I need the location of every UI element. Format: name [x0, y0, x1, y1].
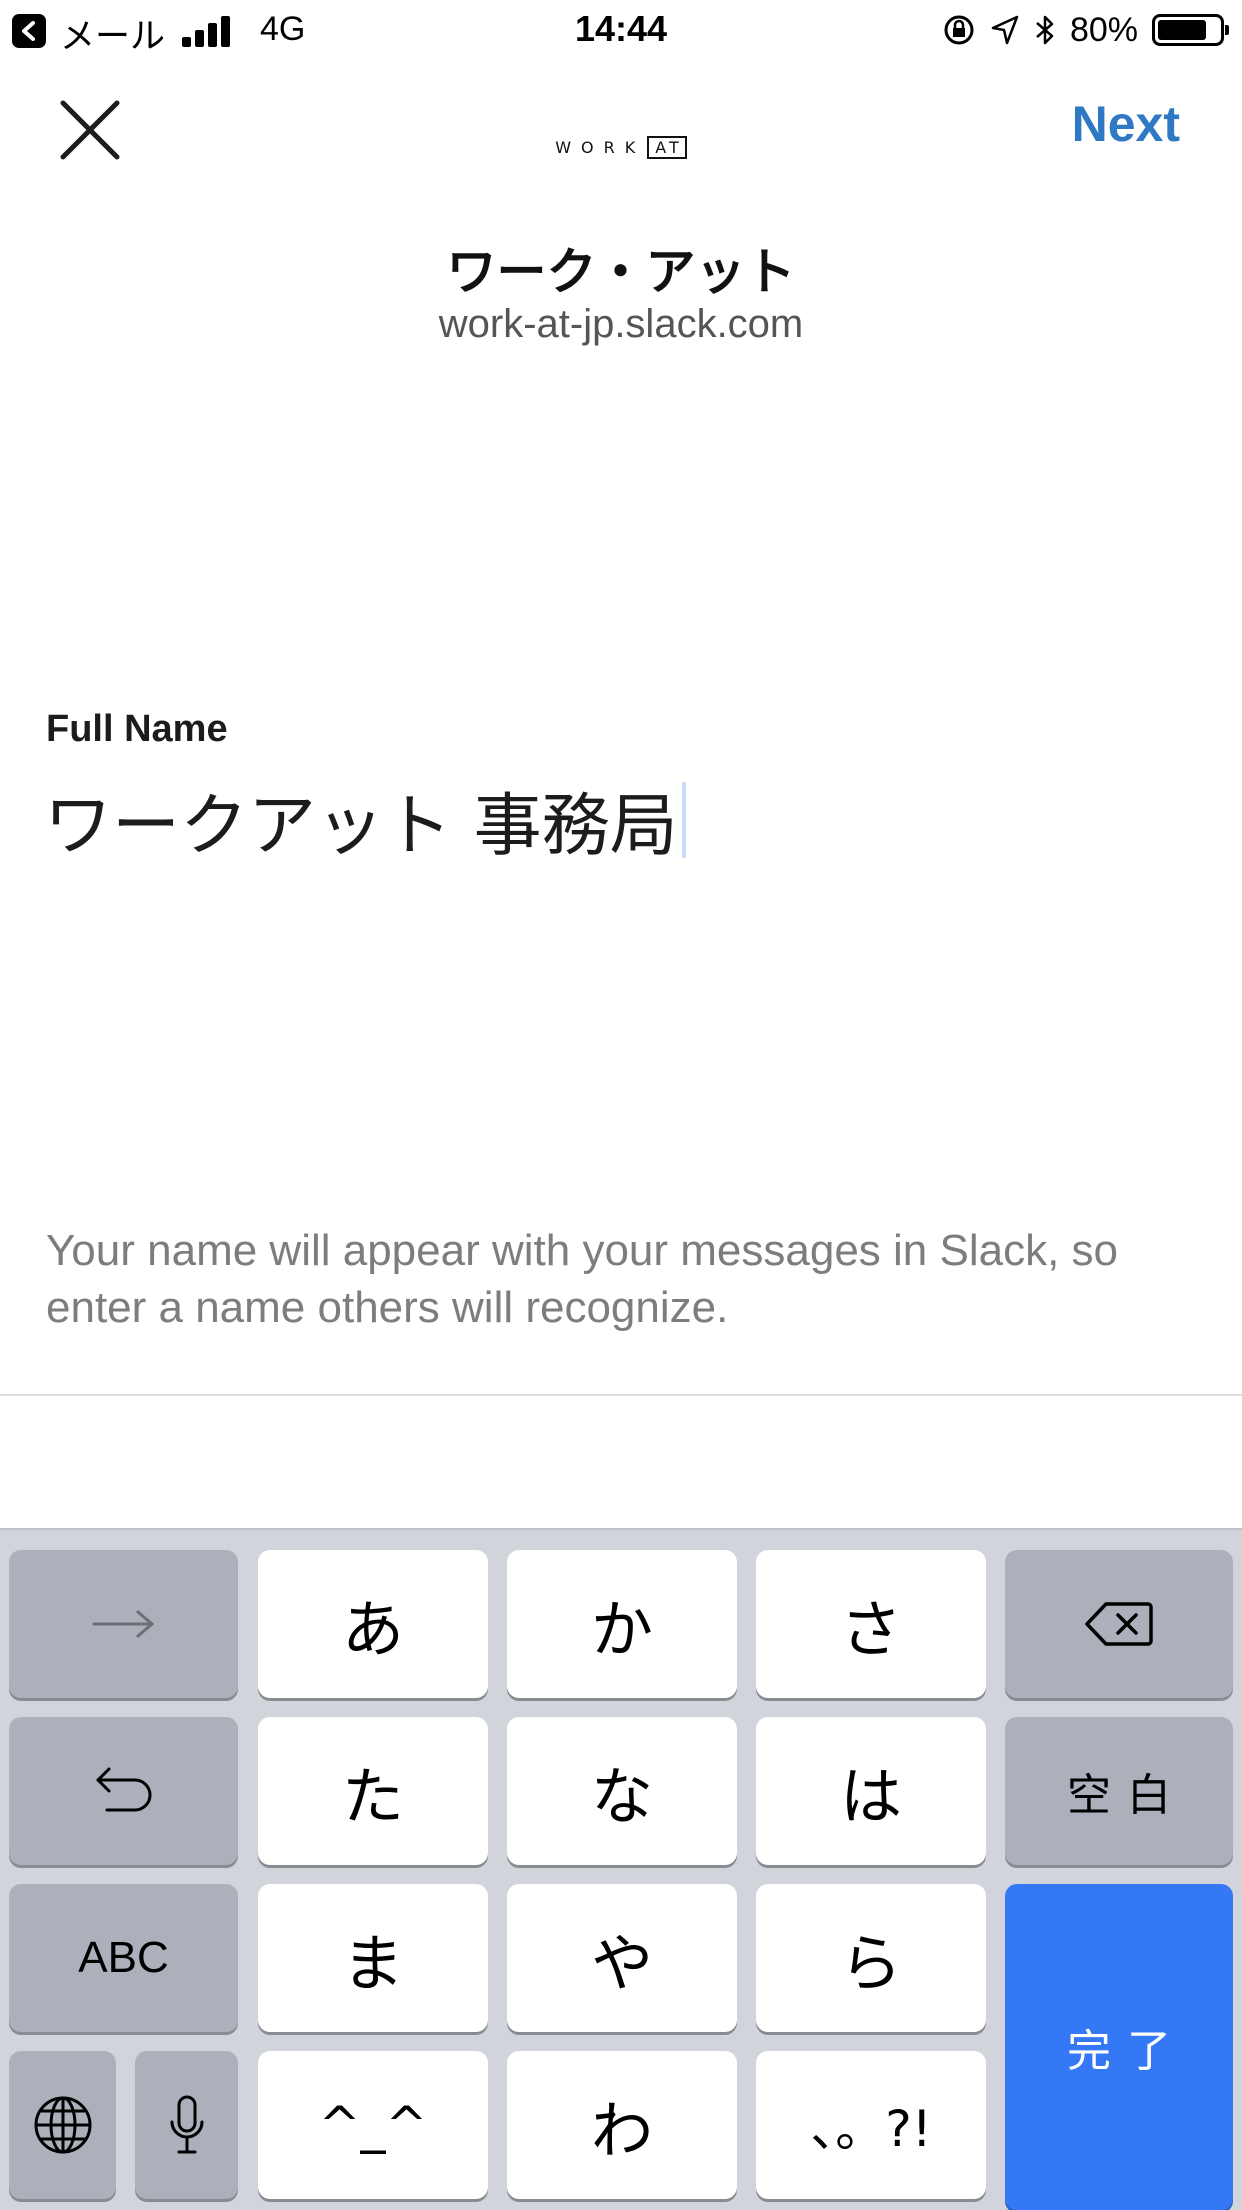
battery-percentage: 80% [1069, 10, 1138, 49]
kana-key[interactable]: あ [258, 1550, 488, 1698]
japanese-kana-keyboard: あ か さ た な は 空白 ABC ま や ら 完了 ^_^ わ 、。?! [0, 1528, 1242, 2210]
location-arrow-icon [991, 15, 1019, 45]
divider [0, 1394, 1242, 1396]
kana-key[interactable]: は [756, 1717, 986, 1865]
kana-key[interactable]: さ [756, 1550, 986, 1698]
emoticon-key[interactable]: ^_^ [258, 2051, 488, 2199]
kana-key[interactable]: や [507, 1884, 737, 2032]
workspace-url: work-at-jp.slack.com [438, 302, 804, 346]
abc-key[interactable]: ABC [9, 1884, 238, 2032]
kana-key[interactable]: わ [507, 2051, 737, 2199]
done-key[interactable]: 完了 [1005, 1884, 1233, 2210]
battery-icon [1152, 14, 1229, 46]
logo-text: WORK [555, 138, 646, 157]
workspace-logo: WORK AT [0, 136, 1242, 159]
kana-key[interactable]: た [258, 1717, 488, 1865]
globe-key[interactable] [9, 2051, 116, 2199]
delete-key[interactable] [1005, 1550, 1233, 1698]
status-icons: 80% [942, 10, 1229, 50]
punctuation-key[interactable]: 、。?! [756, 2051, 986, 2199]
status-bar: メール 4G 14:44 80% [0, 0, 1242, 62]
bluetooth-icon [1036, 15, 1054, 45]
full-name-input[interactable]: ワークアット 事務局 [44, 770, 686, 869]
orientation-lock-icon [944, 15, 974, 45]
dictation-key[interactable] [135, 2051, 238, 2199]
kana-key[interactable]: ま [258, 1884, 488, 2032]
undo-icon [96, 1767, 151, 1812]
full-name-hint: Your name will appear with your messages… [46, 1226, 1119, 1332]
next-candidate-key[interactable] [9, 1550, 238, 1698]
arrow-right-icon [92, 1610, 154, 1638]
microphone-icon [170, 2095, 203, 2154]
kana-key[interactable]: な [507, 1717, 737, 1865]
workspace-name: ワーク・アット [446, 243, 796, 301]
text-cursor [681, 781, 686, 858]
globe-icon [34, 2096, 91, 2154]
next-button[interactable]: Next [1072, 95, 1180, 153]
full-name-value: ワークアット 事務局 [44, 787, 678, 866]
backspace-icon [1085, 1602, 1153, 1646]
undo-key[interactable] [9, 1717, 238, 1865]
full-name-label: Full Name [46, 708, 228, 750]
logo-badge: AT [647, 136, 687, 159]
kana-key[interactable]: か [507, 1550, 737, 1698]
battery-fill [1158, 20, 1206, 40]
kana-key[interactable]: ら [756, 1884, 986, 2032]
space-key[interactable]: 空白 [1005, 1717, 1233, 1865]
